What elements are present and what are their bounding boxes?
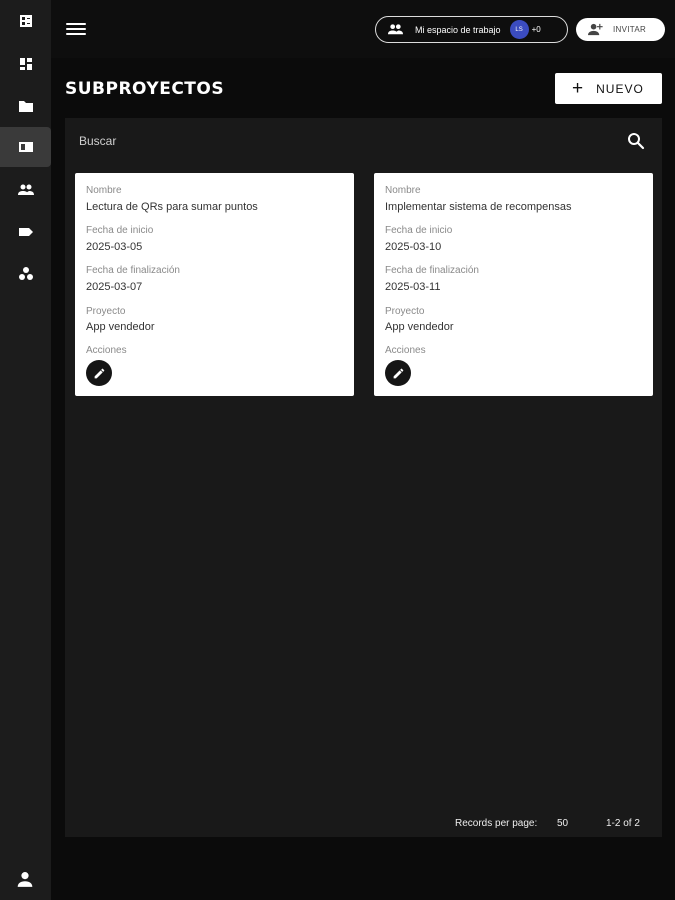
people-icon [17,184,34,195]
folder-icon [18,101,33,112]
new-button[interactable]: + NUEVO [555,73,662,104]
start-date-label: Fecha de inicio [86,225,154,236]
start-date-label: Fecha de inicio [385,225,453,236]
search-input[interactable] [79,131,599,151]
records-per-page-label: Records per page: [455,818,538,829]
sidebar-item-folder[interactable] [0,86,51,126]
pencil-icon [393,368,403,378]
name-value: Implementar sistema de recompensas [385,201,572,213]
sidebar-item-dashboard[interactable] [0,44,51,84]
workspaces-icon [18,267,33,280]
name-value: Lectura de QRs para sumar puntos [86,201,258,213]
page-title: SUBPROYECTOS [65,79,225,99]
pencil-icon [94,368,104,378]
subprojects-panel: Nombre Lectura de QRs para sumar puntos … [65,118,662,837]
search-bar [65,118,662,164]
label-icon [18,228,33,236]
pagination: Records per page: 50 1-2 of 2 [65,814,662,834]
search-icon[interactable] [627,132,645,150]
add-user-icon [588,23,603,36]
actions-label: Acciones [86,345,127,356]
sidebar-item-labels[interactable] [0,212,51,252]
sidebar-item-checklist[interactable] [0,1,51,41]
project-label: Proyecto [86,306,126,317]
actions-label: Acciones [385,345,426,356]
project-value: App vendedor [385,321,454,333]
end-date-label: Fecha de finalización [86,265,180,276]
sidebar-item-subprojects[interactable] [0,127,51,167]
subprojects-icon [18,142,33,152]
top-bar: Mi espacio de trabajo LS +0 INVITAR [51,0,675,58]
invite-button[interactable]: INVITAR [576,18,665,41]
menu-icon[interactable] [66,20,86,38]
start-date-value: 2025-03-10 [385,241,442,253]
new-button-label: NUEVO [596,81,644,96]
sidebar [0,0,51,900]
subproject-card: Nombre Implementar sistema de recompensa… [374,173,653,396]
subproject-card: Nombre Lectura de QRs para sumar puntos … [75,173,354,396]
checklist-icon [19,15,32,27]
project-value: App vendedor [86,321,155,333]
workspace-selector[interactable]: Mi espacio de trabajo LS +0 [375,16,568,43]
records-per-page-select[interactable]: 50 [557,818,568,829]
group-icon [388,24,403,35]
project-label: Proyecto [385,306,425,317]
plus-icon: + [572,78,584,99]
start-date-value: 2025-03-05 [86,241,143,253]
sidebar-item-people[interactable] [0,170,51,210]
name-label: Nombre [86,185,122,196]
member-extra-count: +0 [531,25,541,34]
end-date-value: 2025-03-07 [86,281,143,293]
pagination-range: 1-2 of 2 [606,818,640,829]
sidebar-item-workspaces[interactable] [0,254,51,294]
edit-button[interactable] [385,360,411,386]
avatar: LS [509,20,529,39]
user-icon[interactable] [16,870,34,888]
name-label: Nombre [385,185,421,196]
invite-label: INVITAR [613,25,647,34]
end-date-label: Fecha de finalización [385,265,479,276]
edit-button[interactable] [86,360,112,386]
end-date-value: 2025-03-11 [385,281,441,293]
workspace-label: Mi espacio de trabajo [415,24,501,35]
dashboard-icon [19,58,32,70]
